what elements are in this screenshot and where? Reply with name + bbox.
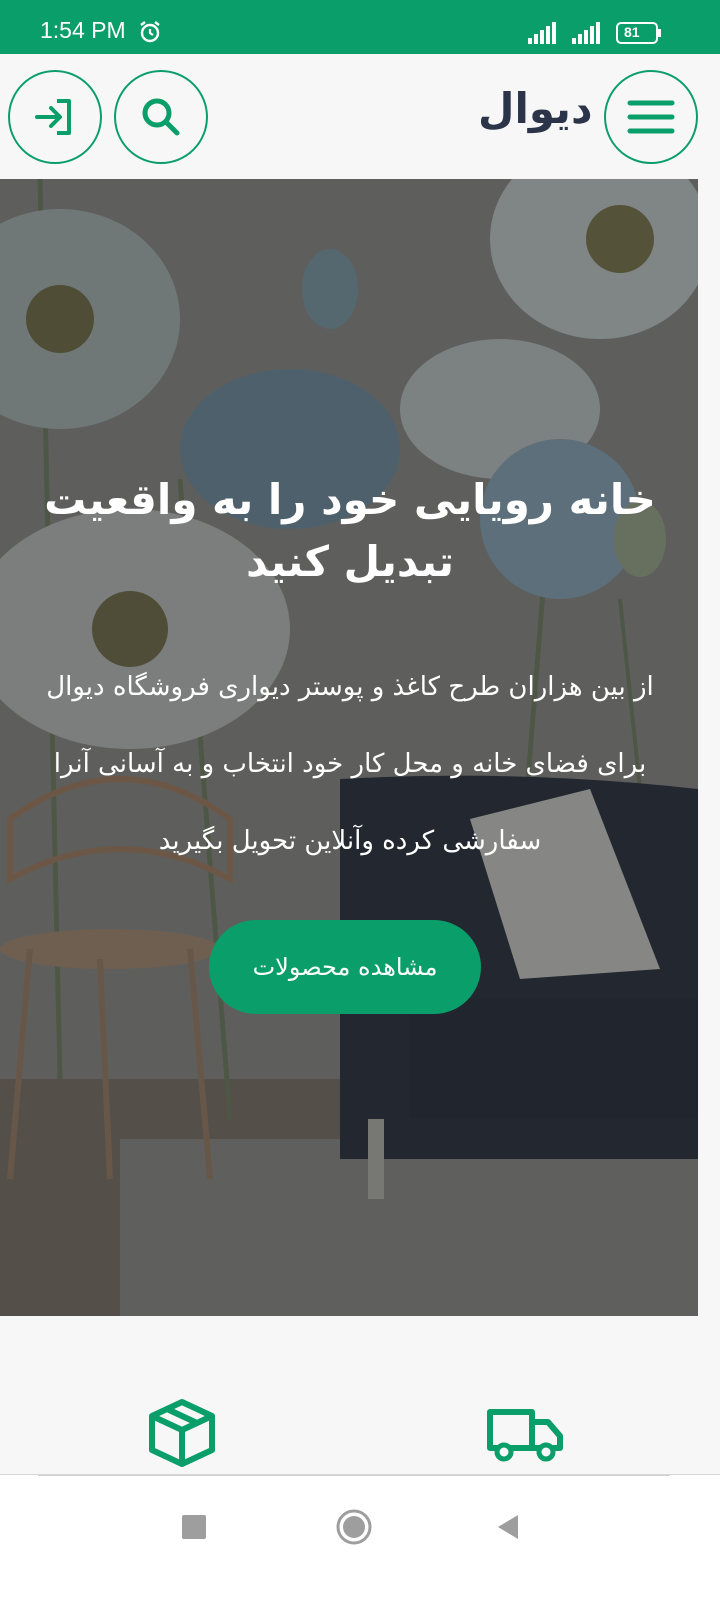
search-icon [142,98,180,136]
signal-icon [528,22,556,44]
recents-icon [182,1515,206,1539]
home-button[interactable] [332,1505,376,1549]
back-icon [498,1515,518,1539]
recents-button[interactable] [172,1505,216,1549]
hero-banner: خانه رویایی خود را به واقعیت تبدیل کنید … [0,179,698,1316]
truck-icon [487,1409,563,1462]
status-time: 1:54 PM [40,17,126,43]
alarm-icon [140,21,160,43]
nav-divider [38,1475,670,1476]
site-logo[interactable]: دیوال [478,84,593,133]
hero-title: خانه رویایی خود را به واقعیت تبدیل کنید [44,475,656,586]
menu-icon [627,100,675,134]
status-bar: 1:54 PM 81 [0,0,720,54]
login-button[interactable] [8,70,102,164]
system-nav-bar [0,1474,720,1600]
view-products-button[interactable]: مشاهده محصولات [209,920,481,1014]
hero-description: از بین هزاران طرح کاغذ و پوستر دیواری فر… [46,672,654,856]
signal-icon-2 [572,22,600,44]
search-button[interactable] [114,70,208,164]
menu-button[interactable] [604,70,698,164]
features-section [0,1316,720,1476]
home-icon [336,1509,372,1545]
box-icon [149,1399,215,1467]
back-button[interactable] [486,1505,530,1549]
login-icon [35,99,71,135]
app-header: دیوال [0,54,720,179]
battery-level: 81 [624,24,640,40]
